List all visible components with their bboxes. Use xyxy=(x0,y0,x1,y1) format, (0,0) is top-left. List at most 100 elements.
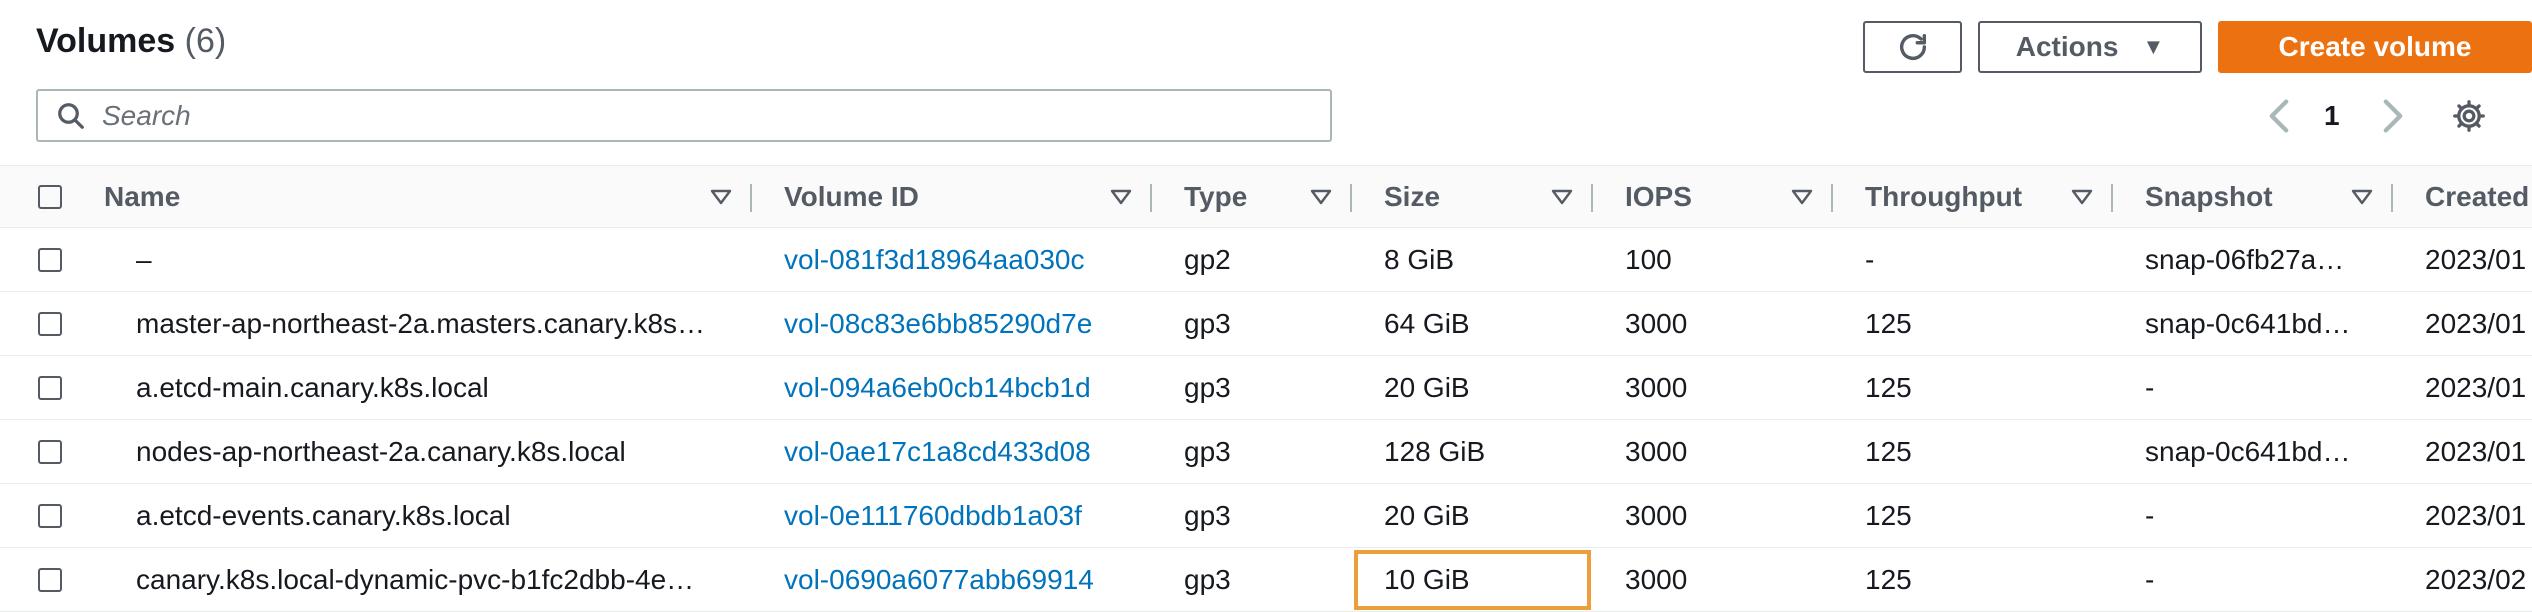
sort-triangle-icon[interactable] xyxy=(710,189,732,205)
sort-triangle-icon[interactable] xyxy=(2071,189,2093,205)
column-header-size[interactable]: Size xyxy=(1352,165,1593,228)
cell-size: 8 GiB xyxy=(1352,227,1593,292)
row-select-cell xyxy=(0,355,104,420)
cell-throughput: 125 xyxy=(1833,355,2113,420)
cell-name: nodes-ap-northeast-2a.canary.k8s.local xyxy=(104,419,752,484)
actions-label: Actions xyxy=(2015,31,2119,62)
column-label: Name xyxy=(104,180,181,212)
cell-created: 2023/02 xyxy=(2393,547,2532,612)
refresh-button[interactable] xyxy=(1863,21,1962,73)
create-volume-label: Create volume xyxy=(2278,31,2472,62)
chevron-right-icon xyxy=(2383,99,2403,133)
cell-created: 2023/01 xyxy=(2393,419,2532,484)
cell-throughput: 125 xyxy=(1833,291,2113,356)
cell-name: – xyxy=(104,227,752,292)
cell-throughput: 125 xyxy=(1833,483,2113,548)
cell-snapshot: snap-06fb27a… xyxy=(2113,227,2393,292)
cell-volume-id[interactable]: vol-081f3d18964aa030c xyxy=(752,227,1152,292)
column-header-name[interactable]: Name xyxy=(104,165,752,228)
search-input[interactable] xyxy=(100,98,1254,133)
volumes-table-container: Name Volume ID Type Size IOPS Throughput… xyxy=(0,165,2532,612)
sort-triangle-icon[interactable] xyxy=(1551,189,1573,205)
column-label: Type xyxy=(1184,180,1248,212)
volumes-table: Name Volume ID Type Size IOPS Throughput… xyxy=(0,165,2532,612)
row-checkbox[interactable] xyxy=(38,567,62,592)
row-select-cell xyxy=(0,483,104,548)
sort-triangle-icon[interactable] xyxy=(1110,189,1132,205)
column-header-snapshot[interactable]: Snapshot xyxy=(2113,165,2393,228)
row-checkbox[interactable] xyxy=(38,375,62,400)
next-page-button[interactable] xyxy=(2379,94,2407,138)
column-label: Created xyxy=(2425,180,2530,212)
refresh-icon xyxy=(1899,33,1926,60)
table-row[interactable]: canary.k8s.local-dynamic-pvc-b1fc2dbb-4e… xyxy=(0,547,2532,612)
page-title: Volumes (6) xyxy=(36,22,226,61)
table-row[interactable]: – vol-081f3d18964aa030c gp2 8 GiB 100 - … xyxy=(0,227,2532,292)
cell-snapshot: - xyxy=(2113,547,2393,612)
row-checkbox[interactable] xyxy=(38,503,62,528)
cell-name: a.etcd-events.canary.k8s.local xyxy=(104,483,752,548)
cell-throughput: 125 xyxy=(1833,419,2113,484)
sort-triangle-icon[interactable] xyxy=(2351,189,2373,205)
cell-size: 128 GiB xyxy=(1352,419,1593,484)
cell-size: 64 GiB xyxy=(1352,291,1593,356)
row-checkbox[interactable] xyxy=(38,247,62,272)
cell-volume-id[interactable]: vol-08c83e6bb85290d7e xyxy=(752,291,1152,356)
cell-volume-id[interactable]: vol-0690a6077abb69914 xyxy=(752,547,1152,612)
previous-page-button[interactable] xyxy=(2265,94,2293,138)
table-row[interactable]: a.etcd-main.canary.k8s.local vol-094a6eb… xyxy=(0,355,2532,420)
create-volume-button[interactable]: Create volume xyxy=(2218,21,2532,73)
row-checkbox[interactable] xyxy=(38,311,62,336)
row-select-cell xyxy=(0,227,104,292)
table-row[interactable]: master-ap-northeast-2a.masters.canary.k8… xyxy=(0,291,2532,356)
column-label: Volume ID xyxy=(784,180,919,212)
cell-created: 2023/01 xyxy=(2393,227,2532,292)
search-icon xyxy=(58,102,84,129)
select-all-cell xyxy=(0,165,104,228)
cell-type: gp3 xyxy=(1152,291,1352,356)
actions-button[interactable]: Actions ▼ xyxy=(1978,21,2202,73)
cell-type: gp3 xyxy=(1152,355,1352,420)
chevron-left-icon xyxy=(2269,99,2289,133)
cell-iops: 3000 xyxy=(1593,419,1833,484)
cell-name: a.etcd-main.canary.k8s.local xyxy=(104,355,752,420)
column-header-type[interactable]: Type xyxy=(1152,165,1352,228)
search-bar xyxy=(36,89,1332,142)
row-select-cell xyxy=(0,419,104,484)
cell-snapshot: - xyxy=(2113,483,2393,548)
sort-triangle-icon[interactable] xyxy=(1791,189,1813,205)
sort-triangle-icon[interactable] xyxy=(1310,189,1332,205)
preferences-button[interactable] xyxy=(2451,94,2487,138)
cell-type: gp3 xyxy=(1152,483,1352,548)
select-all-checkbox[interactable] xyxy=(38,184,62,209)
page-number[interactable]: 1 xyxy=(2324,94,2340,138)
caret-down-icon: ▼ xyxy=(2142,34,2165,59)
cell-volume-id[interactable]: vol-0e111760dbdb1a03f xyxy=(752,483,1152,548)
cell-iops: 3000 xyxy=(1593,291,1833,356)
volume-count: (6) xyxy=(184,22,227,60)
cell-iops: 3000 xyxy=(1593,547,1833,612)
row-checkbox[interactable] xyxy=(38,439,62,464)
cell-iops: 3000 xyxy=(1593,483,1833,548)
cell-volume-id[interactable]: vol-094a6eb0cb14bcb1d xyxy=(752,355,1152,420)
cell-type: gp3 xyxy=(1152,547,1352,612)
table-header-row: Name Volume ID Type Size IOPS Throughput… xyxy=(0,165,2532,228)
row-select-cell xyxy=(0,547,104,612)
table-row[interactable]: nodes-ap-northeast-2a.canary.k8s.local v… xyxy=(0,419,2532,484)
cell-throughput: 125 xyxy=(1833,547,2113,612)
column-header-created[interactable]: Created xyxy=(2393,165,2532,228)
cell-throughput: - xyxy=(1833,227,2113,292)
cell-size: 20 GiB xyxy=(1352,355,1593,420)
cell-iops: 100 xyxy=(1593,227,1833,292)
cell-volume-id[interactable]: vol-0ae17c1a8cd433d08 xyxy=(752,419,1152,484)
title-text: Volumes xyxy=(36,22,176,60)
column-header-throughput[interactable]: Throughput xyxy=(1833,165,2113,228)
column-label: Snapshot xyxy=(2145,180,2273,212)
column-header-volume-id[interactable]: Volume ID xyxy=(752,165,1152,228)
cell-size: 20 GiB xyxy=(1352,483,1593,548)
cell-created: 2023/01 xyxy=(2393,483,2532,548)
cell-type: gp3 xyxy=(1152,419,1352,484)
cell-snapshot: snap-0c641bd… xyxy=(2113,419,2393,484)
table-row[interactable]: a.etcd-events.canary.k8s.local vol-0e111… xyxy=(0,483,2532,548)
column-header-iops[interactable]: IOPS xyxy=(1593,165,1833,228)
